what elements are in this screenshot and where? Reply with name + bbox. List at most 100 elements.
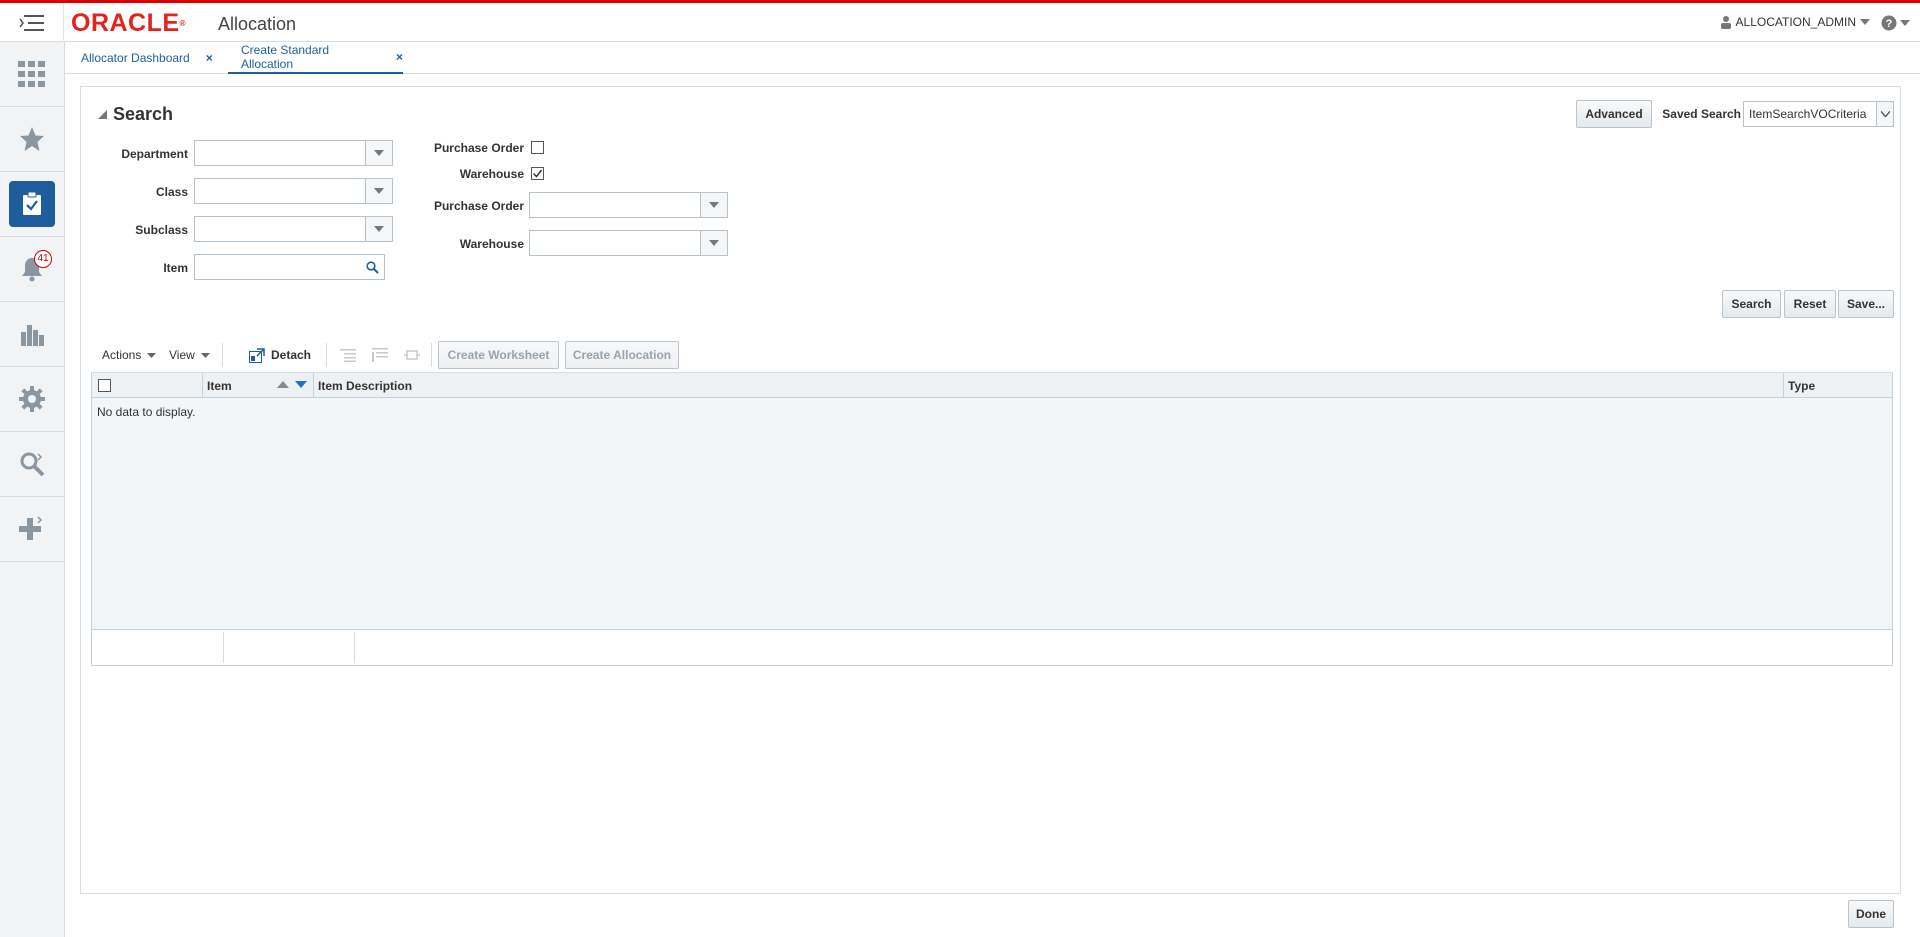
chevron-down-icon — [1860, 19, 1870, 25]
sidebar-item-reports[interactable] — [0, 302, 64, 367]
chevron-down-icon — [147, 352, 157, 358]
user-menu[interactable]: ALLOCATION_ADMIN — [1720, 15, 1870, 29]
sidebar-item-apps[interactable] — [0, 42, 64, 107]
warehouse-checkbox[interactable] — [531, 167, 544, 180]
create-allocation-button[interactable]: Create Allocation — [565, 341, 679, 369]
user-name: ALLOCATION_ADMIN — [1735, 15, 1856, 29]
close-icon[interactable]: × — [396, 50, 403, 64]
grid-header: Item Item Description Type — [92, 373, 1892, 398]
search-button-label: Search — [1731, 297, 1772, 311]
wrap-icon — [372, 348, 388, 362]
sidebar: 41 — [0, 42, 65, 937]
svg-text:?: ? — [1886, 18, 1893, 30]
app-title: Allocation — [218, 14, 297, 34]
chevron-down-icon[interactable] — [700, 231, 727, 255]
sidebar-item-notifications[interactable]: 41 — [0, 237, 64, 302]
document-tabs: Allocator Dashboard × Create Standard Al… — [65, 42, 1920, 74]
item-label: Item — [163, 261, 188, 275]
class-label: Class — [155, 185, 188, 199]
purchase-order-select[interactable] — [529, 192, 728, 218]
sidebar-item-tasks[interactable] — [0, 172, 64, 237]
menu-icon — [18, 14, 44, 31]
column-header-type[interactable]: Type — [1783, 373, 1892, 398]
class-select[interactable] — [194, 178, 393, 204]
column-header-label: Item — [207, 378, 232, 393]
saved-search-select[interactable]: ItemSearchVOCriteria — [1743, 101, 1894, 127]
done-button-label: Done — [1856, 907, 1886, 921]
collapse-triangle-icon — [98, 110, 107, 119]
sidebar-item-create[interactable] — [0, 497, 64, 562]
sort-descending-icon[interactable] — [295, 381, 307, 388]
chevron-down-icon[interactable] — [365, 179, 392, 203]
create-worksheet-label: Create Worksheet — [447, 348, 550, 362]
create-worksheet-button[interactable]: Create Worksheet — [438, 341, 559, 369]
view-menu-label: View — [169, 348, 195, 362]
search-title: Search — [113, 104, 174, 124]
tab-label: Create Standard Allocation — [241, 43, 330, 71]
detach-button[interactable]: Detach — [249, 337, 311, 373]
chevron-down-icon — [1900, 20, 1910, 26]
department-select[interactable] — [194, 140, 393, 166]
menu-toggle-button[interactable] — [0, 3, 64, 42]
column-header-item[interactable]: Item — [202, 373, 313, 398]
tab-create-standard-allocation[interactable]: Create Standard Allocation × — [228, 42, 403, 74]
clipboard-check-icon — [23, 192, 41, 215]
gear-icon — [19, 386, 45, 412]
view-menu[interactable]: View — [169, 337, 210, 373]
sidebar-item-favorites[interactable] — [0, 107, 64, 172]
column-header-label: Type — [1788, 378, 1816, 393]
search-section-header[interactable]: Search — [98, 104, 173, 125]
saved-search-label: Saved Search — [1662, 107, 1741, 121]
close-icon[interactable]: × — [206, 51, 213, 65]
add-icon — [19, 516, 43, 540]
chevron-down-icon[interactable] — [1876, 102, 1893, 126]
save-button[interactable]: Save... — [1838, 290, 1894, 318]
sidebar-item-settings[interactable] — [0, 367, 64, 432]
purchase-order-check-label: Purchase Order — [433, 141, 524, 155]
item-input[interactable] — [194, 254, 385, 280]
wrap-button[interactable] — [372, 337, 388, 373]
search-icon — [20, 452, 45, 477]
search-icon[interactable] — [366, 261, 379, 274]
purchase-order-checkbox[interactable] — [531, 141, 544, 154]
detach-icon — [249, 347, 265, 363]
warehouse-select[interactable] — [529, 230, 728, 256]
apps-grid-icon — [18, 61, 45, 87]
sort-ascending-icon[interactable] — [277, 381, 289, 388]
save-button-label: Save... — [1846, 297, 1886, 311]
saved-search-value: ItemSearchVOCriteria — [1749, 107, 1867, 121]
warehouse-label: Warehouse — [459, 237, 524, 251]
sidebar-item-search[interactable] — [0, 432, 64, 497]
reorder-columns-button[interactable] — [404, 337, 420, 373]
tab-allocator-dashboard[interactable]: Allocator Dashboard × — [81, 42, 213, 74]
actions-menu[interactable]: Actions — [102, 337, 157, 373]
grid-footer — [91, 629, 1893, 666]
subclass-select[interactable] — [194, 216, 393, 242]
freeze-icon — [340, 349, 356, 362]
purchase-order-label: Purchase Order — [433, 199, 524, 213]
chevron-down-icon[interactable] — [365, 217, 392, 241]
reset-button[interactable]: Reset — [1784, 290, 1836, 318]
chevron-down-icon[interactable] — [365, 141, 392, 165]
actions-menu-label: Actions — [102, 348, 142, 362]
reset-button-label: Reset — [1793, 297, 1827, 311]
user-icon — [1720, 16, 1731, 29]
top-bar: ORACLE® Allocation ALLOCATION_ADMIN ? — [0, 0, 1920, 42]
column-header-label: Item Description — [318, 378, 413, 393]
star-icon — [20, 127, 44, 151]
chevron-down-icon[interactable] — [700, 193, 727, 217]
checkmark-icon — [532, 169, 543, 178]
freeze-columns-button[interactable] — [340, 337, 356, 373]
subclass-label: Subclass — [135, 223, 188, 237]
bar-chart-icon — [21, 325, 44, 346]
search-button[interactable]: Search — [1722, 290, 1781, 318]
advanced-button-label: Advanced — [1585, 107, 1643, 121]
department-label: Department — [121, 147, 188, 161]
done-button[interactable]: Done — [1848, 900, 1894, 928]
advanced-button[interactable]: Advanced — [1576, 100, 1652, 128]
help-menu[interactable]: ? — [1881, 15, 1910, 31]
results-toolbar: Actions View Detach Create Worksheet Cre… — [91, 337, 1893, 373]
column-header-item-description[interactable]: Item Description — [313, 373, 1783, 398]
select-all-checkbox[interactable] — [98, 379, 111, 392]
detach-label: Detach — [271, 348, 312, 362]
